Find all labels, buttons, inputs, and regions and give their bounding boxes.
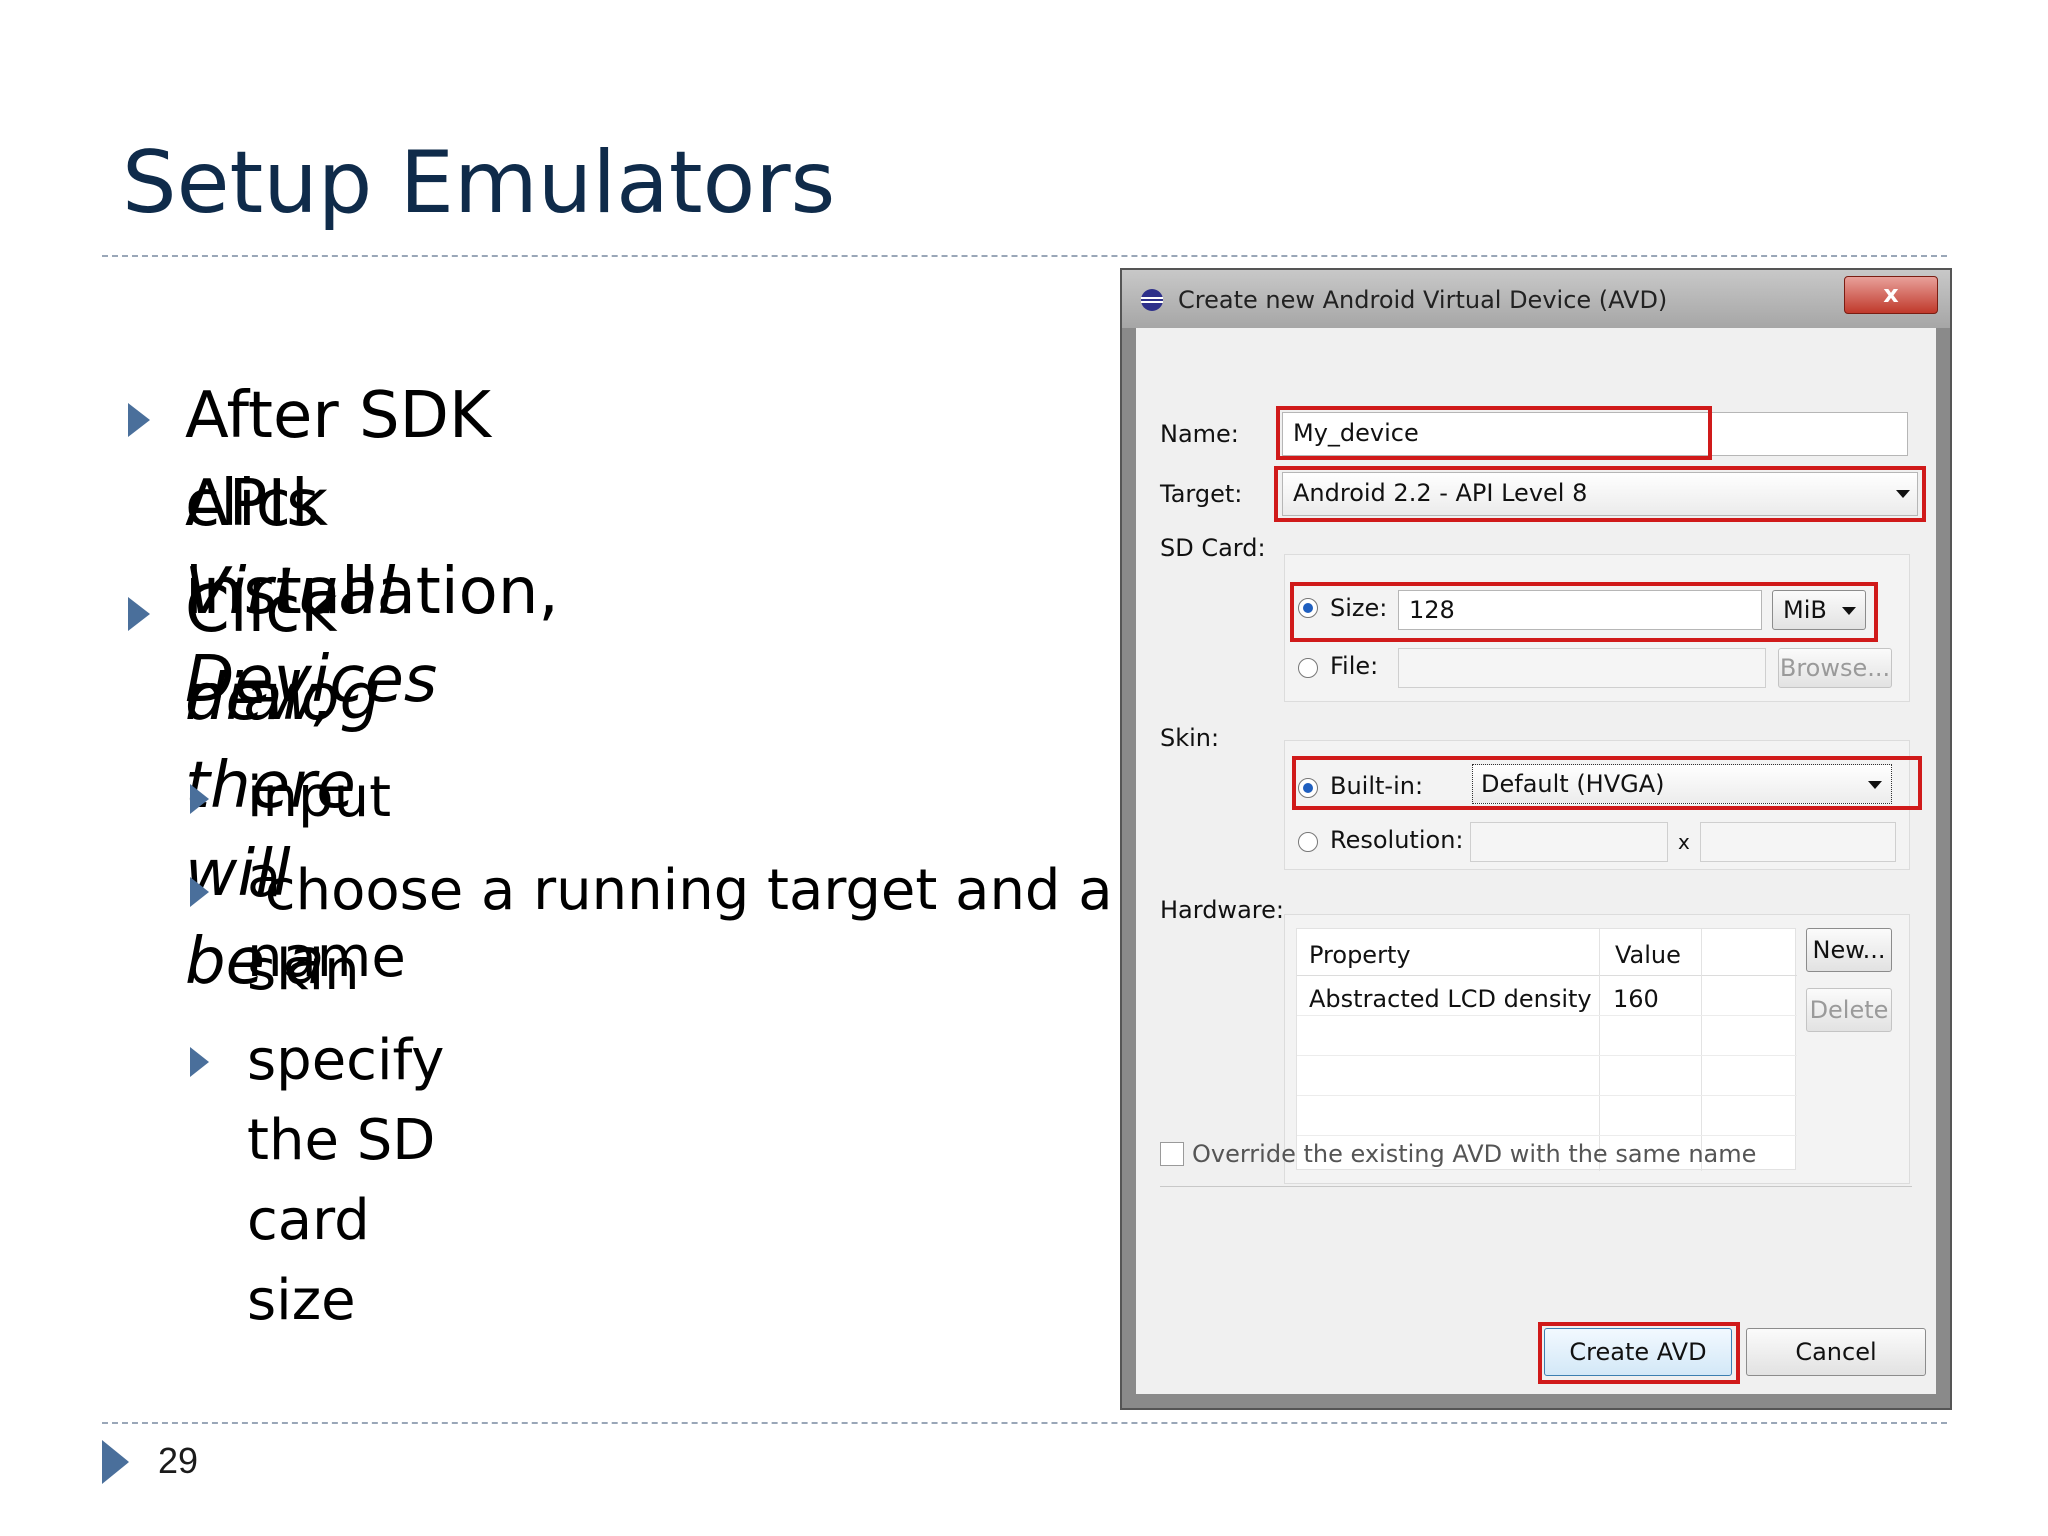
bottom-divider — [102, 1422, 1947, 1424]
table-row-value[interactable]: 160 — [1613, 985, 1659, 1013]
target-highlight — [1274, 466, 1926, 522]
dialog-body: Name: My_device Target: Android 2.2 - AP… — [1136, 328, 1936, 1394]
bullet-marker-icon — [128, 597, 150, 631]
dialog-titlebar: Create new Android Virtual Device (AVD) … — [1122, 270, 1950, 328]
override-checkbox[interactable] — [1160, 1142, 1184, 1166]
table-row-property[interactable]: Abstracted LCD density — [1309, 985, 1592, 1013]
slide-title: Setup Emulators — [122, 133, 836, 233]
file-input[interactable] — [1398, 648, 1766, 688]
cancel-button[interactable]: Cancel — [1746, 1328, 1926, 1376]
resolution-label: Resolution: — [1330, 826, 1464, 854]
row-divider — [1297, 1095, 1797, 1096]
sub-bullet-marker-icon — [190, 877, 209, 907]
resolution-separator: x — [1678, 830, 1690, 854]
sub-bullet-2-line-1: choose a running target and a — [247, 858, 1113, 923]
close-button[interactable]: x — [1844, 276, 1938, 314]
builtin-highlight — [1292, 756, 1922, 810]
avd-dialog: Create new Android Virtual Device (AVD) … — [1120, 268, 1952, 1410]
top-divider — [102, 255, 1947, 257]
sdcard-label: SD Card: — [1160, 534, 1266, 562]
create-avd-highlight — [1538, 1322, 1740, 1384]
sub-bullet-3: specify the SD card size — [247, 1028, 445, 1333]
sub-bullet-marker-icon — [190, 784, 209, 814]
file-radio[interactable] — [1298, 658, 1318, 678]
file-label: File: — [1330, 652, 1379, 680]
row-divider — [1297, 1135, 1797, 1136]
size-highlight — [1290, 582, 1878, 642]
target-label: Target: — [1160, 480, 1243, 508]
delete-property-button[interactable]: Delete — [1806, 988, 1892, 1032]
eclipse-icon — [1141, 289, 1163, 311]
sub-bullet-2-line-2: skin — [247, 938, 360, 1003]
hardware-label: Hardware: — [1160, 896, 1284, 924]
name-highlight — [1276, 406, 1712, 460]
resolution-radio[interactable] — [1298, 832, 1318, 852]
new-property-button[interactable]: New... — [1806, 928, 1892, 972]
override-label: Override the existing AVD with the same … — [1192, 1140, 1757, 1168]
skin-label: Skin: — [1160, 724, 1220, 752]
row-divider — [1297, 1015, 1797, 1016]
bullet-marker-icon — [128, 403, 150, 437]
dialog-title: Create new Android Virtual Device (AVD) — [1178, 286, 1668, 314]
bullet-2-line-2: dialog — [185, 661, 381, 735]
browse-button[interactable]: Browse... — [1778, 648, 1892, 688]
resolution-width-input[interactable] — [1470, 822, 1668, 862]
hardware-table[interactable]: Property Value Abstracted LCD density 16… — [1296, 928, 1797, 1171]
resolution-height-input[interactable] — [1700, 822, 1896, 862]
footer-marker-icon — [102, 1440, 129, 1484]
sub-bullet-marker-icon — [190, 1047, 209, 1077]
footer-separator — [1160, 1186, 1912, 1187]
page-number: 29 — [158, 1440, 199, 1481]
row-divider — [1297, 1055, 1797, 1056]
property-column-header[interactable]: Property — [1309, 941, 1411, 969]
value-column-header[interactable]: Value — [1615, 941, 1681, 969]
name-label: Name: — [1160, 420, 1239, 448]
header-divider — [1297, 975, 1797, 976]
